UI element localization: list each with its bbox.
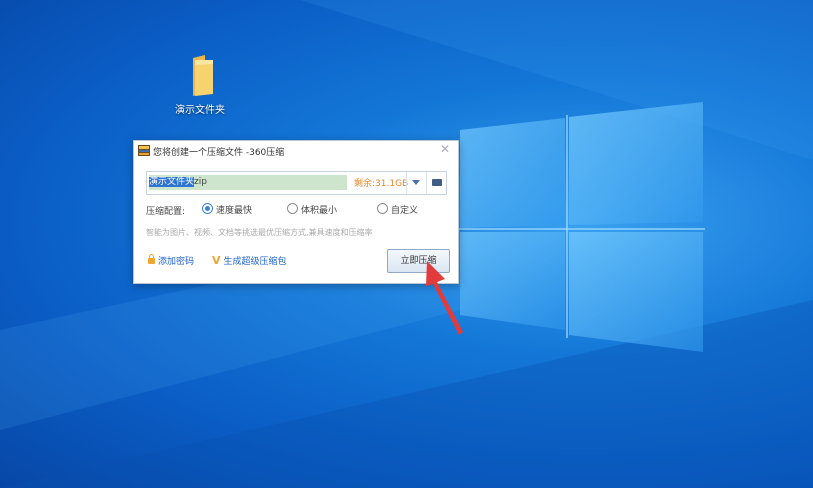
annotation-arrow-icon (426, 261, 463, 335)
